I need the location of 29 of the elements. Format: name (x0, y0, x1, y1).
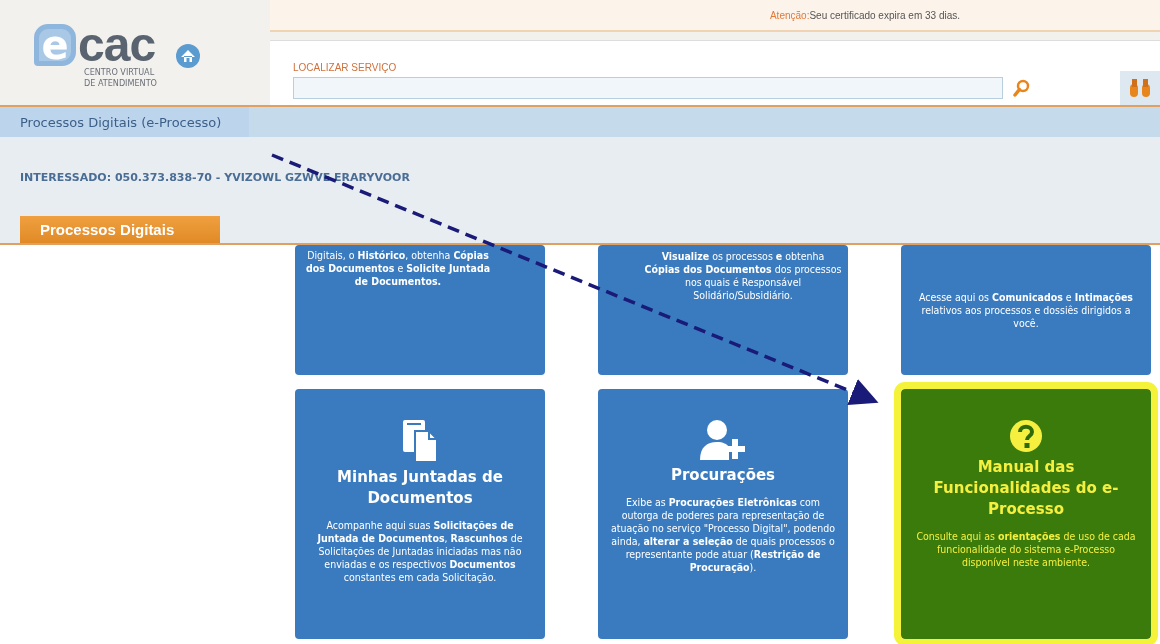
card-title: Minhas Juntadas de Documentos (336, 467, 504, 509)
card-description: Visualize os processos e obtenha Cópias dos Documentos dos processos nos quais é Responsável Solidário/Subsidiário. (644, 250, 842, 302)
search-label: LOCALIZAR SERVIÇO (293, 62, 398, 73)
service-card[interactable] (598, 389, 848, 639)
search-field[interactable] (293, 77, 1003, 99)
logo-tagline: CENTRO VIRTUAL (83, 66, 156, 78)
section-tab[interactable]: Processos Digitais (20, 216, 220, 243)
service-card[interactable]: Digitais, o Histórico, obtenha Cópias dos Documentos e Solicite Juntada de Documentos. (295, 245, 545, 375)
logo-text: cac (78, 22, 156, 67)
certificate-alert: Atenção:Seu certificado expira em 33 dias. (270, 0, 1160, 32)
logo-tagline: DE ATENDIMENTO (83, 77, 157, 89)
card-description: Digitais, o Histórico, obtenha Cópias dos Documentos e Solicite Juntada de Documentos. (304, 249, 492, 288)
binoculars-icon[interactable] (1129, 78, 1151, 98)
logo-mark: e (34, 23, 76, 66)
card-title: Procurações (670, 465, 776, 486)
documents-icon (401, 419, 439, 463)
card-description: Acompanhe aqui suas Solicitações de Juntada de Documentos, Rascunhos de Solicitações de Juntadas iniciadas mas não enviadas e os respectivos Documentos constantes em cada Solicitação. (316, 519, 524, 584)
card-description: Exibe as Procurações Eletrônicas com outorga de poderes para representação de atuação no serviço "Processo Digital", podendo ainda, alterar a seleção de quais processos o representante pode atuar (Restrição de Procuração). (610, 496, 836, 574)
card-title: Manual das Funcionalidades do e-Processo (932, 457, 1120, 520)
card-description: Acesse aqui os Comunicados e Intimações relativos aos processos e dossiês dirigidos a você. (918, 290, 1134, 330)
person-plus-icon (699, 419, 747, 461)
service-card[interactable]: Visualize os processos e obtenha Cópias dos Documentos dos processos nos quais é Responsável Solidário/Subsidiário. (598, 245, 848, 375)
service-card[interactable] (295, 389, 545, 639)
card-description: Consulte aqui as orientações de uso de cada funcionalidade do sistema e-Processo disponível neste ambiente. (915, 530, 1137, 569)
search-icon[interactable] (1013, 79, 1031, 99)
service-card[interactable]: Acesse aqui os Comunicados e Intimações relativos aos processos e dossiês dirigidos a você. (901, 245, 1151, 375)
help-icon (1009, 419, 1043, 453)
home-icon[interactable] (175, 42, 201, 69)
breadcrumb-tab[interactable]: Processos Digitais (e-Processo) (0, 107, 250, 137)
